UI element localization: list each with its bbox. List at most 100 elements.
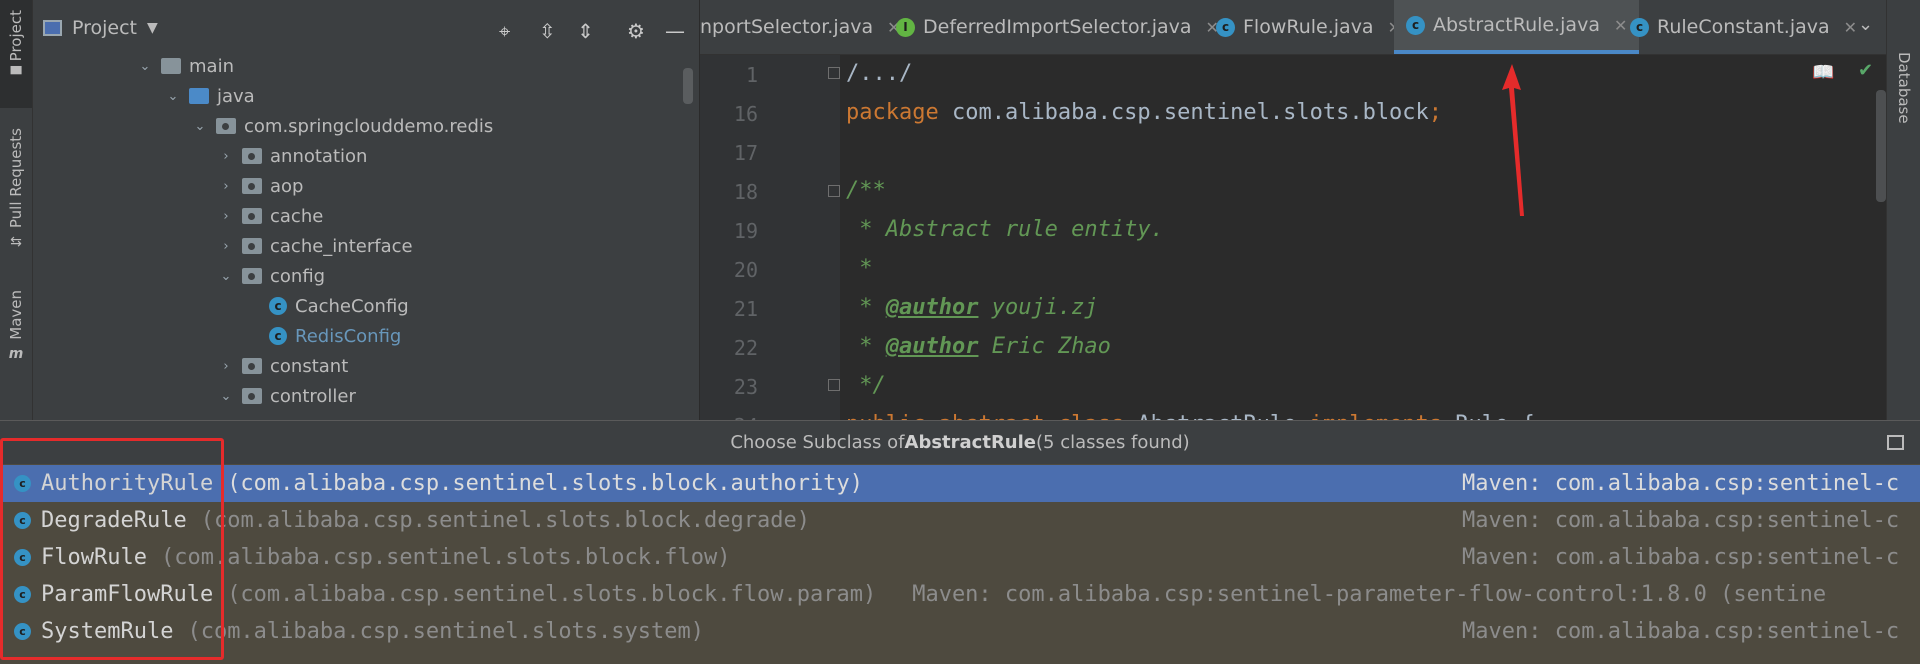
- project-window-icon: [43, 20, 62, 36]
- chevron-right-icon[interactable]: ›: [216, 239, 236, 254]
- popup-title: Choose Subclass of AbstractRule (5 class…: [0, 421, 1920, 464]
- code-token: public abstract class: [846, 412, 1137, 420]
- minimize-icon[interactable]: —: [665, 19, 685, 43]
- annotation-highlight-box: [0, 438, 224, 660]
- package-icon: [242, 178, 262, 194]
- chevron-down-icon[interactable]: ⌄: [135, 59, 155, 74]
- tree-item-label: cache: [270, 205, 324, 227]
- line-number: 16: [733, 102, 758, 126]
- code-token: Eric Zhao: [978, 334, 1111, 359]
- tab-label: FlowRule.java: [1243, 16, 1374, 38]
- code-token: /.../: [846, 61, 913, 86]
- subclass-package: (com.alibaba.csp.sentinel.slots.block.fl…: [227, 582, 877, 607]
- code-token: ;: [1428, 100, 1443, 125]
- package-icon: [242, 208, 262, 224]
- class-icon: c: [1630, 17, 1649, 37]
- code-token: Rule {: [1455, 412, 1534, 420]
- tab-import-selector[interactable]: nportSelector.java ✕: [700, 0, 901, 54]
- subclass-package: (com.alibaba.csp.sentinel.slots.block.au…: [227, 471, 863, 496]
- chevron-right-icon[interactable]: ›: [216, 149, 236, 164]
- fold-icon[interactable]: [828, 379, 840, 391]
- tool-tab-project-label: Project: [7, 10, 25, 62]
- subclass-package: (com.alibaba.csp.sentinel.slots.block.de…: [200, 508, 810, 533]
- interface-icon: I: [896, 17, 915, 37]
- collapse-all-icon[interactable]: ⇕: [577, 19, 594, 43]
- project-panel-title[interactable]: Project ▼: [43, 17, 158, 39]
- close-icon[interactable]: ✕: [1844, 18, 1857, 37]
- code-line: /**: [846, 178, 886, 203]
- tree-item-controller[interactable]: ⌄ controller: [216, 381, 356, 411]
- reader-mode-icon[interactable]: 📖: [1812, 62, 1834, 83]
- tool-tab-maven[interactable]: Maven m: [0, 290, 32, 370]
- code-line: *: [846, 256, 873, 281]
- tab-label: DeferredImportSelector.java: [923, 16, 1192, 38]
- tab-deferred-import-selector[interactable]: I DeferredImportSelector.java ✕: [896, 0, 1219, 54]
- tree-item-redisconfig[interactable]: c RedisConfig: [269, 321, 401, 351]
- chevron-right-icon[interactable]: ›: [216, 209, 236, 224]
- subclass-maven: Maven: com.alibaba.csp:sentinel-c: [1462, 545, 1900, 570]
- code-line: * @author Eric Zhao: [846, 334, 1111, 359]
- tab-label: AbstractRule.java: [1433, 14, 1600, 36]
- tree-item-config[interactable]: ⌄ config: [216, 261, 326, 291]
- line-number: 17: [733, 141, 758, 165]
- project-scrollbar[interactable]: [683, 68, 693, 104]
- subclass-item-degraderule[interactable]: c DegradeRule (com.alibaba.csp.sentinel.…: [0, 502, 1920, 539]
- tree-item-package-root[interactable]: ⌄ com.springclouddemo.redis: [190, 111, 494, 141]
- annotation-arrow: [1502, 64, 1524, 216]
- subclass-package: (com.alibaba.csp.sentinel.slots.block.fl…: [160, 545, 731, 570]
- tree-item-cacheconfig[interactable]: c CacheConfig: [269, 291, 409, 321]
- tool-tab-pull-requests[interactable]: Pull Requests ⇆: [0, 128, 32, 268]
- code-token: *: [846, 256, 873, 281]
- tool-tab-project[interactable]: Project ▀: [0, 0, 32, 108]
- subclass-maven: Maven: com.alibaba.csp:sentinel-paramete…: [912, 582, 1827, 607]
- package-icon: [242, 358, 262, 374]
- chevron-down-icon[interactable]: ⌄: [190, 119, 210, 134]
- subclass-item-flowrule[interactable]: c FlowRule (com.alibaba.csp.sentinel.slo…: [0, 539, 1920, 576]
- code-token: youji.zj: [978, 295, 1098, 320]
- code-token: /**: [846, 178, 886, 203]
- folder-icon: ▀: [10, 67, 22, 84]
- fold-icon[interactable]: [828, 67, 840, 79]
- chevron-right-icon[interactable]: ›: [216, 359, 236, 374]
- chevron-down-icon[interactable]: ⌄: [163, 89, 183, 104]
- close-icon[interactable]: ✕: [1614, 16, 1627, 35]
- tree-item-cache[interactable]: › cache: [216, 201, 323, 231]
- tree-item-label: com.springclouddemo.redis: [244, 115, 494, 137]
- tree-item-label: RedisConfig: [295, 325, 402, 347]
- tree-item-label: config: [270, 265, 326, 287]
- tree-item-constant[interactable]: › constant: [216, 351, 348, 381]
- chevron-down-icon[interactable]: ⌄: [216, 389, 236, 404]
- code-token: package: [846, 100, 952, 125]
- code-line: */: [846, 373, 886, 398]
- expand-all-icon[interactable]: ⇳: [539, 19, 556, 43]
- tree-item-main[interactable]: ⌄ main: [135, 51, 234, 81]
- tab-ruleconstant[interactable]: c RuleConstant.java ✕: [1630, 0, 1857, 54]
- tool-tab-database[interactable]: Database: [1895, 52, 1913, 124]
- popup-title-prefix: Choose Subclass of: [730, 432, 905, 453]
- pin-to-window-icon[interactable]: [1887, 435, 1904, 450]
- editor-scrollbar[interactable]: [1876, 90, 1886, 202]
- fold-icon[interactable]: [828, 185, 840, 197]
- code-token: @author: [885, 334, 979, 359]
- code-token: com.alibaba.csp.sentinel.slots.block: [951, 100, 1429, 125]
- tree-item-aop[interactable]: › aop: [216, 171, 303, 201]
- subclass-item-authorityrule[interactable]: c AuthorityRule (com.alibaba.csp.sentine…: [0, 465, 1920, 502]
- chevron-down-icon[interactable]: ⌄: [216, 269, 236, 284]
- gear-icon[interactable]: ⚙: [627, 19, 645, 43]
- tree-item-cache-interface[interactable]: › cache_interface: [216, 231, 412, 261]
- pull-request-icon: ⇆: [10, 234, 22, 251]
- chevron-down-icon[interactable]: ⌄: [1858, 14, 1873, 35]
- tab-flowrule[interactable]: c FlowRule.java ✕: [1216, 0, 1401, 54]
- subclass-item-systemrule[interactable]: c SystemRule (com.alibaba.csp.sentinel.s…: [0, 613, 1920, 650]
- check-icon[interactable]: ✔: [1858, 60, 1873, 81]
- subclass-item-paramflowrule[interactable]: c ParamFlowRule (com.alibaba.csp.sentine…: [0, 576, 1920, 613]
- code-editor[interactable]: /.../ package com.alibaba.csp.sentinel.s…: [840, 55, 1886, 420]
- tab-abstractrule[interactable]: c AbstractRule.java ✕: [1394, 0, 1640, 54]
- chevron-right-icon[interactable]: ›: [216, 179, 236, 194]
- tool-tab-maven-label: Maven: [7, 290, 25, 340]
- locate-icon[interactable]: ⌖: [499, 19, 510, 43]
- tree-item-java[interactable]: ⌄ java: [163, 81, 255, 111]
- maven-icon: m: [8, 345, 24, 362]
- tree-item-annotation[interactable]: › annotation: [216, 141, 367, 171]
- code-token: *: [846, 295, 886, 320]
